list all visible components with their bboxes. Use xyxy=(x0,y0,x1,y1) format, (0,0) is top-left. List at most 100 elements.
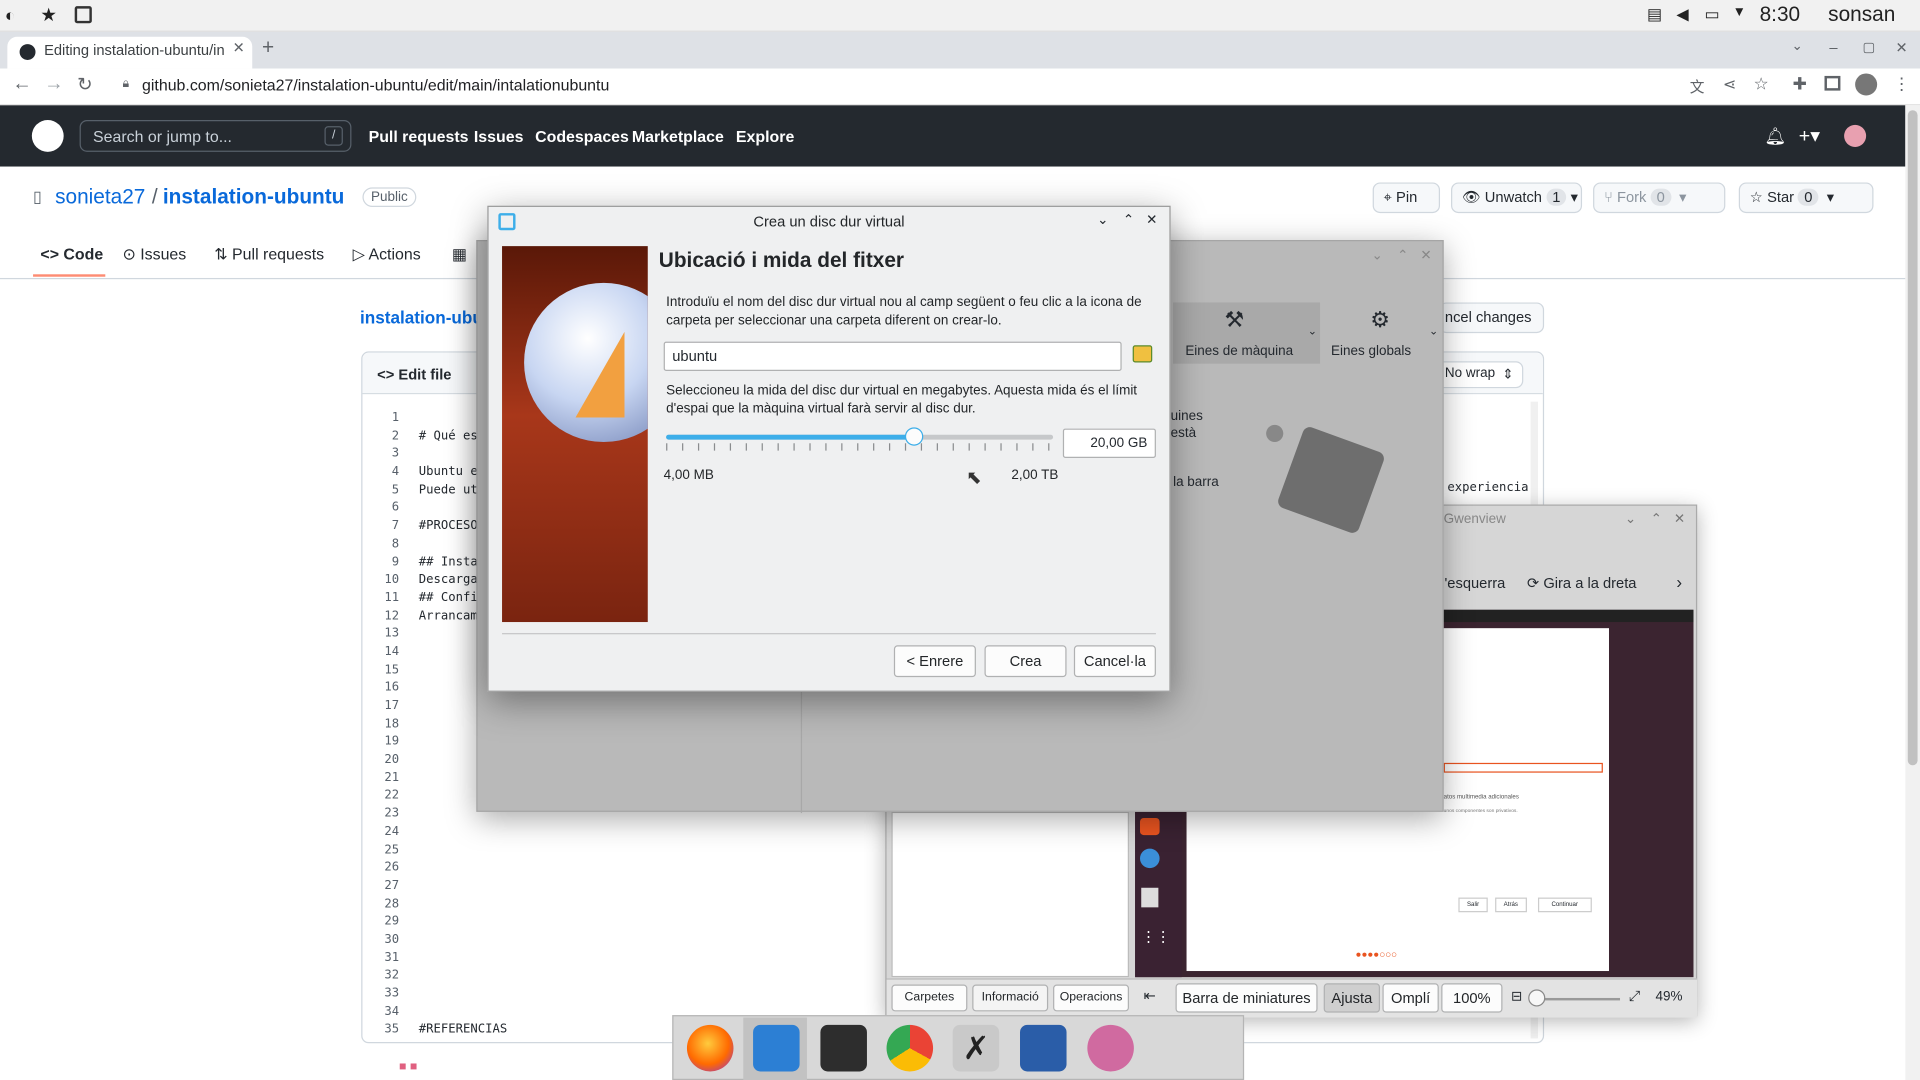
code-line[interactable] xyxy=(419,951,492,969)
nav-pull-requests[interactable]: Pull requests xyxy=(369,127,469,145)
vb-max-icon[interactable]: ⌃ xyxy=(1397,247,1408,264)
back-icon[interactable]: ← xyxy=(12,73,32,95)
gw-min-icon[interactable]: ⌄ xyxy=(1625,511,1636,527)
nav-marketplace[interactable]: Marketplace xyxy=(632,127,724,145)
star-icon[interactable]: ★ xyxy=(40,4,56,26)
zoom-100-button[interactable]: 100% xyxy=(1441,983,1503,1013)
vb-close-icon[interactable]: ✕ xyxy=(1420,247,1431,264)
address-bar[interactable]: 🔒︎ github.com/sonieta27/instalation-ubun… xyxy=(110,72,1788,100)
code-line[interactable] xyxy=(419,915,492,933)
forward-icon[interactable]: → xyxy=(44,73,64,95)
nav-codespaces[interactable]: Codespaces xyxy=(535,127,629,145)
cancel-button[interactable]: Cancel·la xyxy=(1073,645,1156,678)
fill-button[interactable]: Omplí xyxy=(1382,983,1439,1013)
xournal-icon[interactable]: ✗ xyxy=(952,1024,1000,1072)
username[interactable]: sonsan xyxy=(1828,2,1895,26)
rotate-left-button[interactable]: l'esquerra xyxy=(1441,574,1505,591)
pin-button[interactable]: ⌖ Pin xyxy=(1372,182,1441,214)
gw-close-icon[interactable]: ✕ xyxy=(1674,511,1685,527)
github-logo-icon[interactable] xyxy=(31,120,64,152)
clock[interactable]: 8:30 xyxy=(1760,2,1801,26)
page-scrollbar[interactable] xyxy=(1905,105,1920,1080)
chrome-icon[interactable] xyxy=(886,1024,934,1072)
fit-button[interactable]: Ajusta xyxy=(1323,983,1381,1013)
zoom-slider-handle[interactable] xyxy=(1528,989,1546,1007)
tab-operacions[interactable]: Operacions xyxy=(1053,984,1129,1012)
app-icon[interactable] xyxy=(1087,1024,1134,1072)
tab-informacio[interactable]: Informació xyxy=(972,984,1049,1012)
fork-button[interactable]: ⑂ Fork 0 ▾ xyxy=(1593,182,1726,214)
menu-icon[interactable]: ◐ xyxy=(5,5,15,25)
notifications-bell-icon[interactable]: 🔔︎ xyxy=(1765,126,1787,147)
reload-icon[interactable]: ↻ xyxy=(77,73,92,96)
edit-file-tab[interactable]: <> Edit file xyxy=(377,366,451,383)
code-line[interactable] xyxy=(419,933,492,951)
zoom-out-icon[interactable]: ⊟ xyxy=(1511,988,1522,1004)
new-tab-button[interactable]: + xyxy=(262,36,274,60)
code-line[interactable]: #REFERENCIAS xyxy=(419,1023,507,1041)
close-tab-icon[interactable]: ✕ xyxy=(233,39,245,56)
disk-name-input[interactable]: ubuntu xyxy=(663,341,1122,372)
code-line[interactable] xyxy=(419,879,492,897)
chrome-menu-icon[interactable]: ⋮ xyxy=(1893,73,1910,94)
files-icon[interactable] xyxy=(753,1024,800,1072)
user-avatar[interactable] xyxy=(1844,124,1867,147)
thumbnail-bar-button[interactable]: Barra de miniatures xyxy=(1175,983,1318,1013)
tab-actions[interactable]: ▷ Actions xyxy=(353,245,421,265)
tab-pull-requests[interactable]: ⇅ Pull requests xyxy=(214,245,324,265)
code-line[interactable] xyxy=(419,1005,492,1023)
dialog-close-icon[interactable]: ✕ xyxy=(1146,212,1157,228)
profile-avatar[interactable] xyxy=(1855,73,1878,96)
maximize-icon[interactable]: ▢ xyxy=(1862,39,1875,55)
repo-name-link[interactable]: instalation-ubuntu xyxy=(163,185,345,209)
tab-projects-icon[interactable]: ▦ xyxy=(452,245,467,265)
code-line[interactable] xyxy=(419,861,492,879)
volume-icon[interactable]: ◀ xyxy=(1676,5,1688,25)
sidebar-toggle-icon[interactable]: ⇤ xyxy=(1144,987,1156,1004)
tab-carpetes[interactable]: Carpetes xyxy=(891,984,968,1012)
page-scrollbar-thumb[interactable] xyxy=(1907,110,1918,766)
chevron-down-icon[interactable]: ▼ xyxy=(1733,5,1746,20)
code-line[interactable] xyxy=(419,969,492,987)
more-chevron-icon[interactable]: › xyxy=(1676,572,1682,592)
nav-issues[interactable]: Issues xyxy=(474,127,524,145)
settings-icon[interactable] xyxy=(820,1024,867,1072)
cancel-changes-button[interactable]: ncel changes xyxy=(1438,302,1545,334)
create-button[interactable]: Crea xyxy=(984,645,1067,678)
zoom-in-icon[interactable]: ⤢ xyxy=(1629,987,1641,1005)
disk-size-input[interactable]: 20,00 GB xyxy=(1062,428,1156,458)
create-new-icon[interactable]: +▾ xyxy=(1799,124,1820,148)
wrap-mode-select[interactable]: No wrap ⇕ xyxy=(1435,361,1524,389)
code-line[interactable] xyxy=(419,843,492,861)
close-window-icon[interactable]: ✕ xyxy=(1896,39,1908,56)
firefox-icon[interactable] xyxy=(686,1024,734,1072)
disk-size-slider[interactable] xyxy=(666,427,1054,446)
star-button[interactable]: ☆ Star 0 ▾ xyxy=(1738,182,1874,214)
bookmark-star-icon[interactable]: ☆ xyxy=(1753,73,1768,94)
dialog-minimize-icon[interactable]: ⌄ xyxy=(1097,212,1108,228)
side-panel-icon[interactable] xyxy=(1824,75,1841,91)
code-line[interactable] xyxy=(419,825,492,843)
code-line[interactable] xyxy=(419,897,492,915)
translate-icon[interactable]: 文 xyxy=(1690,76,1705,97)
tab-code[interactable]: <> Code xyxy=(40,245,103,263)
browser-tab[interactable]: Editing instalation-ubuntu/in xyxy=(7,36,253,69)
gw-max-icon[interactable]: ⌃ xyxy=(1651,511,1662,527)
file-breadcrumb[interactable]: instalation-ubu xyxy=(360,307,483,327)
global-tools-button[interactable]: ⚙ Eines globals ⌄ xyxy=(1331,302,1441,363)
search-input[interactable]: Search or jump to... / xyxy=(79,120,352,152)
unwatch-button[interactable]: 👁︎ Unwatch 1 ▾ xyxy=(1451,182,1583,214)
tab-search-icon[interactable]: ⌄ xyxy=(1791,38,1802,54)
vb-min-icon[interactable]: ⌄ xyxy=(1371,247,1382,264)
window-icon[interactable] xyxy=(74,6,92,24)
dialog-maximize-icon[interactable]: ⌃ xyxy=(1123,212,1134,228)
network-icon[interactable]: ▭ xyxy=(1705,5,1720,25)
share-icon[interactable]: ⋖ xyxy=(1723,75,1736,95)
minimize-icon[interactable]: – xyxy=(1829,39,1837,56)
clipboard-icon[interactable]: ▤ xyxy=(1647,5,1662,25)
extensions-icon[interactable]: ✚ xyxy=(1793,73,1807,94)
back-button[interactable]: < Enrere xyxy=(893,645,976,678)
code-line[interactable] xyxy=(419,987,492,1005)
rotate-right-button[interactable]: ⟳ Gira a la dreta xyxy=(1527,574,1637,591)
repo-owner-link[interactable]: sonieta27 xyxy=(55,185,145,209)
